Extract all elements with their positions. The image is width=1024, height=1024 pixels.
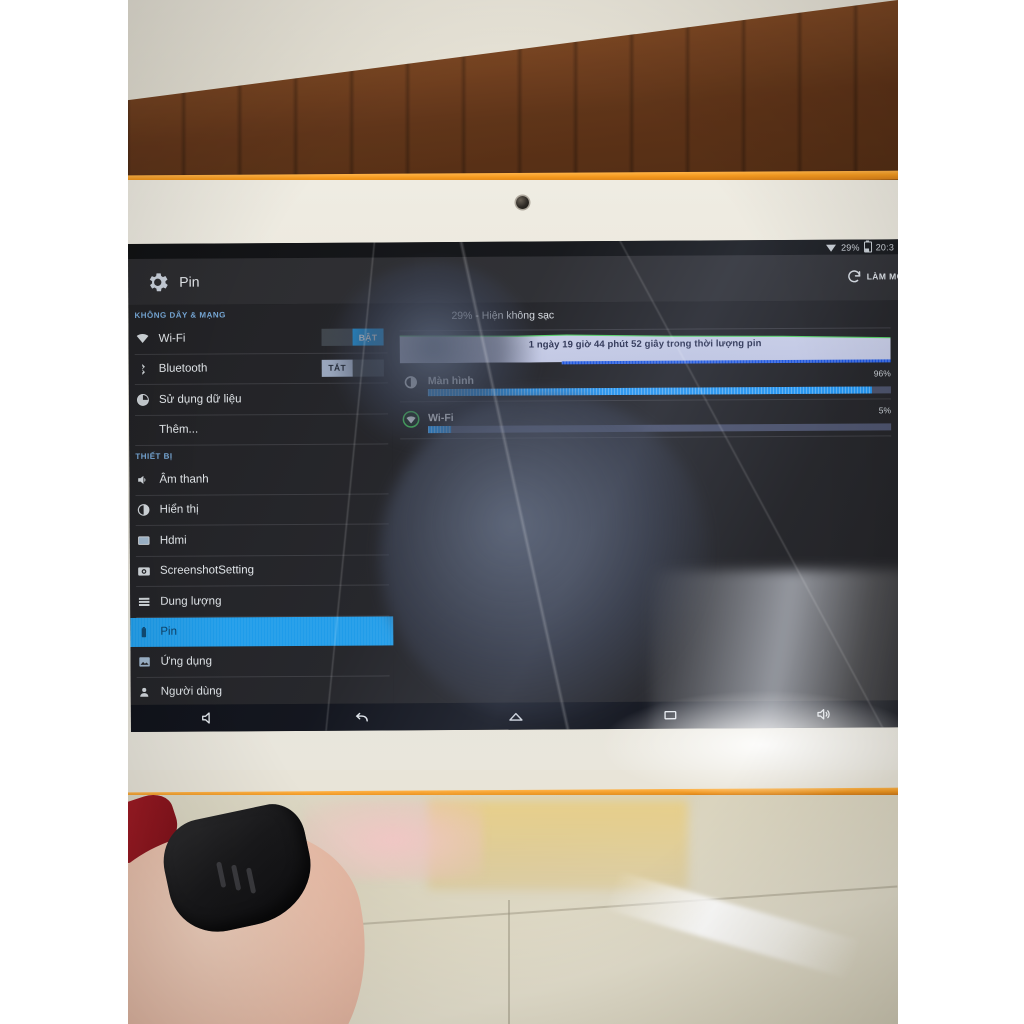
bluetooth-toggle-off[interactable]: TẮT xyxy=(321,359,353,377)
nav-label: Pin xyxy=(160,625,178,639)
front-camera xyxy=(516,196,529,209)
refresh-icon xyxy=(847,269,863,285)
sidebar-item-storage[interactable]: Dung lượng xyxy=(136,585,390,618)
usage-label: Màn hình xyxy=(427,374,474,388)
usage-track xyxy=(428,423,892,434)
settings-sidebar: KHÔNG DÂY & MẠNG Wi-Fi BẬT Bluetooth TẮT xyxy=(128,303,394,708)
android-nav-bar xyxy=(130,700,898,732)
usage-percent: 96% xyxy=(873,368,891,379)
user-icon xyxy=(137,685,152,700)
page-title: Pin xyxy=(179,273,200,290)
status-battery-percent: 29% xyxy=(841,242,860,253)
action-bar: Pin LÀM MỚ xyxy=(128,254,898,305)
data-usage-icon xyxy=(135,392,150,407)
recents-icon[interactable] xyxy=(659,707,681,723)
display-icon xyxy=(136,503,151,518)
back-icon[interactable] xyxy=(351,709,373,725)
sidebar-item-more[interactable]: Thêm... xyxy=(135,413,389,446)
sidebar-item-bluetooth[interactable]: Bluetooth TẮT xyxy=(134,352,388,385)
sidebar-item-data-usage[interactable]: Sử dụng dữ liệu xyxy=(134,383,389,416)
nav-label: Sử dụng dữ liệu xyxy=(158,393,242,406)
refresh-button[interactable]: LÀM MỚ xyxy=(847,268,898,284)
bluetooth-toggle[interactable]: TẮT xyxy=(321,358,384,377)
nav-label: ScreenshotSetting xyxy=(159,564,255,578)
battery-icon xyxy=(136,625,151,640)
wifi-icon xyxy=(826,243,837,251)
usage-bar xyxy=(428,426,452,434)
usage-bar xyxy=(427,386,873,397)
tablet-photo: 29% 20:3 Pin LÀM MỚ KHÔNG DÂY & MẠNG Wi-… xyxy=(128,0,898,1024)
usage-percent: 5% xyxy=(878,405,892,416)
wifi-toggle[interactable]: BẬT xyxy=(321,328,384,346)
section-header-wireless: KHÔNG DÂY & MẠNG xyxy=(134,310,226,320)
battery-status-line: 29% - Hiện không sạc xyxy=(451,309,555,323)
tablet-screen: 29% 20:3 Pin LÀM MỚ KHÔNG DÂY & MẠNG Wi-… xyxy=(128,239,898,732)
nav-label: Ứng dụng xyxy=(160,655,212,668)
sidebar-item-display[interactable]: Hiển thị xyxy=(135,493,389,526)
section-header-device: THIẾT BỊ xyxy=(135,451,173,461)
status-time: 20:3 xyxy=(875,241,895,252)
volume-down-icon[interactable] xyxy=(197,710,219,726)
wifi-circle-icon xyxy=(400,408,422,430)
sidebar-item-screenshotsetting[interactable]: ScreenshotSetting xyxy=(135,554,390,587)
wifi-icon xyxy=(135,331,150,346)
apps-icon xyxy=(137,654,152,669)
hdmi-icon xyxy=(136,533,151,548)
bluetooth-icon xyxy=(135,362,150,377)
nav-label: Hdmi xyxy=(159,534,187,547)
sidebar-item-apps[interactable]: Ứng dụng xyxy=(136,645,390,678)
sound-icon xyxy=(135,472,150,487)
sidebar-item-wifi[interactable]: Wi-Fi BẬT xyxy=(134,322,388,355)
camera-icon xyxy=(136,564,151,579)
nav-label: Wi-Fi xyxy=(158,332,186,345)
battery-icon xyxy=(863,241,872,253)
wifi-toggle-off[interactable] xyxy=(321,328,353,346)
volume-up-icon[interactable] xyxy=(813,706,835,722)
display-icon xyxy=(400,371,422,393)
storage-icon xyxy=(136,594,151,609)
floor-grout-line xyxy=(508,900,510,1024)
sidebar-item-hdmi[interactable]: Hdmi xyxy=(135,524,389,557)
home-icon[interactable] xyxy=(505,708,527,724)
wifi-toggle-on[interactable]: BẬT xyxy=(352,328,384,346)
nav-label: Người dùng xyxy=(160,685,223,699)
sidebar-item-pin[interactable]: Pin xyxy=(130,615,394,647)
battery-history-graph[interactable]: 1 ngày 19 giờ 44 phút 52 giây trong thời… xyxy=(399,327,891,366)
nav-label: Hiển thị xyxy=(159,503,199,517)
nav-label: Dung lượng xyxy=(160,595,222,608)
battery-panel: 29% - Hiện không sạc 1 ngày 19 giờ 44 ph… xyxy=(391,300,898,704)
usage-label: Wi-Fi xyxy=(428,412,454,425)
bluetooth-toggle-on[interactable] xyxy=(352,358,384,377)
battery-usage-row[interactable]: Wi-Fi 5% xyxy=(399,399,892,440)
sidebar-item-sound[interactable]: Âm thanh xyxy=(135,463,389,496)
nav-label: Thêm... xyxy=(159,423,199,437)
nav-label: Âm thanh xyxy=(159,473,209,486)
usage-track xyxy=(427,386,891,397)
settings-gear-icon[interactable] xyxy=(145,269,170,294)
battery-usage-row[interactable]: Màn hình 96% xyxy=(399,362,891,403)
refresh-label: LÀM MỚ xyxy=(866,271,898,282)
nav-label: Bluetooth xyxy=(158,362,208,376)
